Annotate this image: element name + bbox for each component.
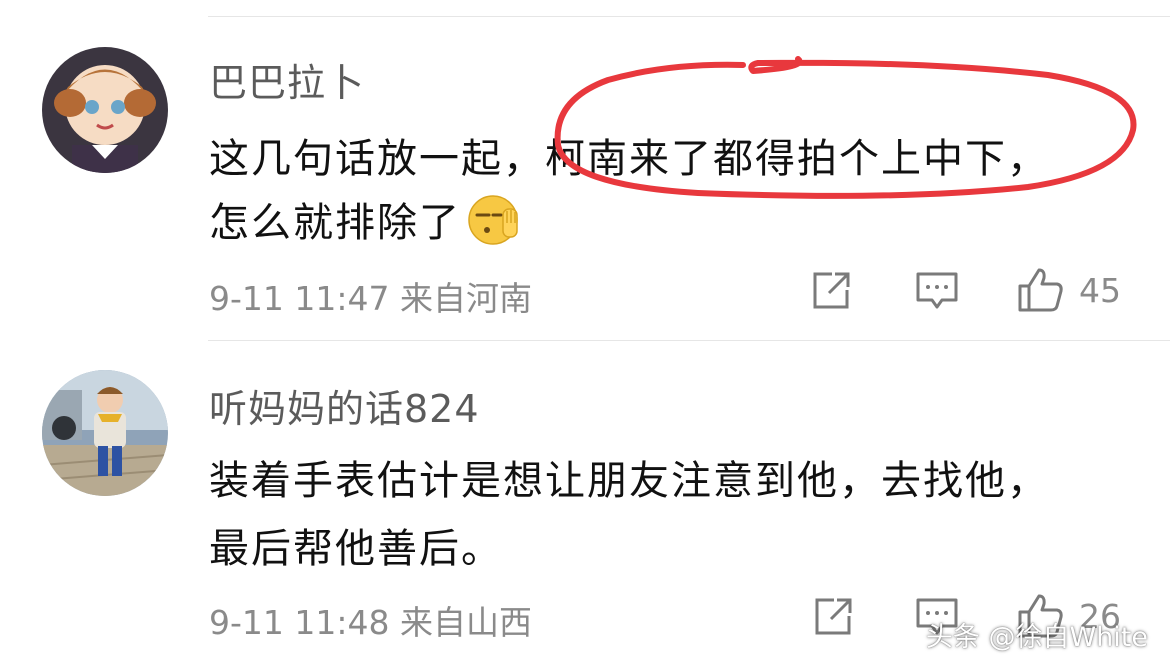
share-icon [815, 598, 852, 635]
like-button[interactable]: 45 [1017, 266, 1121, 314]
comment-text-highlighted: 柯南来了都得拍个上中下， [545, 136, 1049, 182]
like-count: 45 [1079, 270, 1121, 310]
watermark: 头条 @徐自White [925, 622, 1148, 653]
comment-text-segment: 这几句话放一起， [209, 136, 545, 182]
comment-meta: 9-11 11:47 来自河南 [209, 279, 532, 318]
comment-text-segment: 怎么就排除了 [209, 200, 461, 246]
share-button[interactable] [812, 596, 854, 638]
comment-icon [916, 272, 958, 309]
comment-text-line: 装着手表估计是想让朋友注意到他，去找他， [209, 458, 1049, 504]
avatar[interactable] [42, 370, 168, 496]
comment-meta: 9-11 11:48 来自山西 [209, 603, 532, 642]
comment-item: 巴巴拉卜 这几句话放一起，柯南来了都得拍个上中下， 怎么就排除了 9-11 11… [0, 0, 1170, 340]
thumbs-up-icon [1018, 268, 1063, 312]
reply-button[interactable] [915, 270, 959, 312]
avatar[interactable] [42, 47, 168, 173]
smirk-wave-emoji-icon [467, 193, 521, 257]
share-icon [813, 272, 850, 309]
comment-username[interactable]: 巴巴拉卜 [209, 52, 365, 107]
avatar-image [42, 47, 168, 173]
share-button[interactable] [810, 270, 852, 312]
avatar-image [42, 370, 168, 496]
comment-username[interactable]: 听妈妈的话824 [209, 378, 480, 433]
comment-text-line: 这几句话放一起，柯南来了都得拍个上中下， [209, 126, 1049, 184]
comment-text-line: 怎么就排除了 [209, 190, 521, 257]
comment-text-line: 最后帮他善后。 [209, 526, 503, 572]
